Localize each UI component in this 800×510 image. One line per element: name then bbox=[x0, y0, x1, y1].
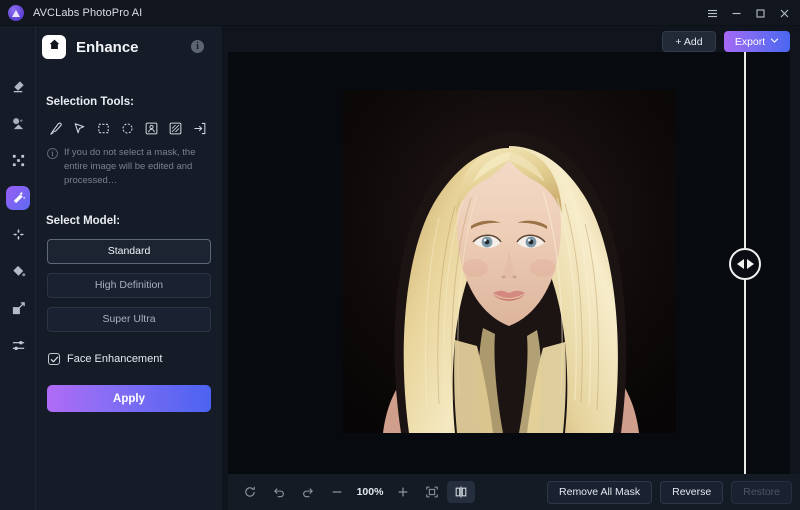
undo-button[interactable] bbox=[265, 481, 293, 503]
tool-rail bbox=[0, 26, 36, 510]
mask-hint: i If you do not select a mask, the entir… bbox=[47, 146, 222, 187]
tool-pattern-select[interactable] bbox=[167, 120, 184, 137]
tool-brush[interactable] bbox=[47, 120, 64, 137]
sidebar-item-expand[interactable] bbox=[0, 290, 36, 327]
paint-bucket-icon bbox=[6, 260, 30, 284]
zoom-level: 100% bbox=[356, 486, 384, 498]
upscale-icon bbox=[6, 149, 30, 173]
expand-icon bbox=[6, 297, 30, 321]
maximize-button[interactable] bbox=[748, 1, 772, 25]
tool-lasso[interactable] bbox=[71, 120, 88, 137]
eraser-icon bbox=[6, 75, 30, 99]
background-remove-icon bbox=[6, 112, 30, 136]
restore-button: Restore bbox=[731, 480, 792, 504]
view-controls: 100% bbox=[236, 481, 475, 503]
close-button[interactable] bbox=[772, 1, 796, 25]
model-option-high-definition[interactable]: High Definition bbox=[47, 273, 211, 299]
page-title: Enhance bbox=[76, 38, 139, 56]
selection-tools-row bbox=[47, 120, 222, 137]
model-option-super-ultra[interactable]: Super Ultra bbox=[47, 307, 211, 333]
sidebar-item-background[interactable] bbox=[0, 105, 36, 142]
arrow-right-icon bbox=[746, 259, 754, 269]
info-circle-icon: i bbox=[47, 148, 58, 159]
sliders-icon bbox=[6, 334, 30, 358]
home-icon bbox=[48, 38, 61, 56]
menu-button[interactable] bbox=[700, 1, 724, 25]
sidebar-item-upscale[interactable] bbox=[0, 142, 36, 179]
tool-ellipse[interactable] bbox=[119, 120, 136, 137]
fit-to-screen-button[interactable] bbox=[418, 481, 446, 503]
remove-all-mask-button[interactable]: Remove All Mask bbox=[547, 480, 653, 504]
model-option-standard[interactable]: Standard bbox=[47, 239, 211, 265]
mask-hint-text: If you do not select a mask, the entire … bbox=[64, 147, 196, 186]
face-enhancement-row[interactable]: Face Enhancement bbox=[48, 353, 222, 366]
minimize-button[interactable] bbox=[724, 1, 748, 25]
sidebar-item-colorize[interactable] bbox=[0, 253, 36, 290]
window-controls bbox=[700, 0, 796, 26]
preview-image[interactable] bbox=[343, 90, 676, 433]
bottom-toolbar: 100% Remove All Mask Reverse Restore bbox=[228, 474, 800, 510]
sidebar-item-adjust[interactable] bbox=[0, 327, 36, 364]
face-enhancement-label: Face Enhancement bbox=[67, 353, 163, 366]
export-button-label: Export bbox=[734, 35, 766, 48]
sidebar-item-enhance[interactable] bbox=[0, 179, 36, 216]
reverse-button[interactable]: Reverse bbox=[660, 480, 724, 504]
chevron-down-icon bbox=[770, 36, 779, 48]
home-button[interactable] bbox=[42, 35, 66, 59]
redo-button[interactable] bbox=[294, 481, 322, 503]
zoom-in-button[interactable] bbox=[389, 481, 417, 503]
panel-header: Enhance i bbox=[36, 26, 222, 68]
magic-wand-icon bbox=[6, 185, 30, 210]
reset-button[interactable] bbox=[236, 481, 264, 503]
top-actions: + Add Export bbox=[662, 31, 790, 52]
add-button[interactable]: + Add bbox=[662, 31, 716, 52]
image-canvas[interactable] bbox=[228, 52, 790, 474]
sidebar-item-erase[interactable] bbox=[0, 68, 36, 105]
retouch-icon bbox=[6, 223, 30, 247]
app-window: AVCLabs PhotoPro AI Enhance i Selection … bbox=[0, 0, 800, 510]
avclabs-logo-icon bbox=[8, 4, 24, 21]
compare-view-button[interactable] bbox=[447, 481, 475, 503]
apply-button[interactable]: Apply bbox=[47, 385, 211, 413]
title-bar: AVCLabs PhotoPro AI bbox=[0, 0, 800, 26]
tool-portrait-select[interactable] bbox=[143, 120, 160, 137]
checkbox-checked-icon[interactable] bbox=[48, 353, 60, 366]
tool-rectangle[interactable] bbox=[95, 120, 112, 137]
zoom-out-button[interactable] bbox=[323, 481, 351, 503]
left-panel: Enhance i Selection Tools: i If you do n… bbox=[0, 26, 222, 510]
arrow-left-icon bbox=[736, 259, 744, 269]
add-button-label: + Add bbox=[675, 35, 703, 48]
select-model-label: Select Model: bbox=[46, 215, 121, 228]
app-title: AVCLabs PhotoPro AI bbox=[33, 6, 143, 19]
compare-slider-handle[interactable] bbox=[729, 248, 761, 280]
sidebar-item-retouch[interactable] bbox=[0, 216, 36, 253]
info-icon[interactable]: i bbox=[191, 40, 204, 53]
mask-actions: Remove All Mask Reverse Restore bbox=[547, 480, 792, 504]
panel-body: Selection Tools: i If you do not select … bbox=[36, 68, 222, 413]
portrait-artwork bbox=[343, 90, 676, 433]
export-button[interactable]: Export bbox=[724, 31, 790, 52]
tool-import-mask[interactable] bbox=[191, 120, 208, 137]
selection-tools-label: Selection Tools: bbox=[46, 96, 134, 108]
